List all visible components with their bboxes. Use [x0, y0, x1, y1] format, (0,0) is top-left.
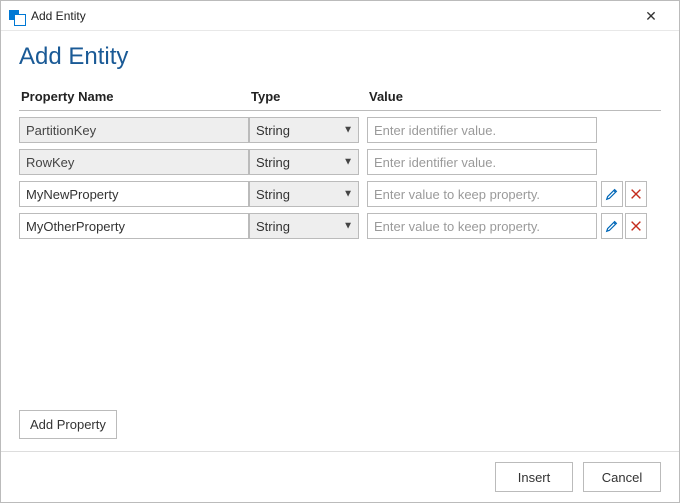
delete-icon [629, 219, 643, 233]
property-value-input[interactable] [367, 181, 597, 207]
close-icon[interactable]: ✕ [631, 1, 671, 31]
dialog-footer: Insert Cancel [1, 451, 679, 502]
cancel-button[interactable]: Cancel [583, 462, 661, 492]
table-row: String▼ [19, 117, 661, 143]
title-bar: Add Entity ✕ [1, 1, 679, 31]
property-value-input[interactable] [367, 213, 597, 239]
delete-icon [629, 187, 643, 201]
app-icon [9, 8, 25, 24]
grid-header: Property Name Type Value [19, 85, 661, 111]
property-value-input[interactable] [367, 117, 597, 143]
col-header-value: Value [367, 85, 597, 110]
property-type-select[interactable]: String [249, 149, 359, 175]
delete-property-button[interactable] [625, 181, 647, 207]
table-row: String▼ [19, 213, 661, 239]
insert-button[interactable]: Insert [495, 462, 573, 492]
property-type-select[interactable]: String [249, 181, 359, 207]
property-type-select[interactable]: String [249, 213, 359, 239]
property-name-input [19, 149, 249, 175]
table-row: String▼ [19, 181, 661, 207]
add-property-button[interactable]: Add Property [19, 410, 117, 439]
pencil-icon [605, 187, 619, 201]
property-value-input[interactable] [367, 149, 597, 175]
properties-grid: Property Name Type Value String▼String▼S… [19, 85, 661, 239]
edit-property-button[interactable] [601, 213, 623, 239]
col-header-name: Property Name [19, 85, 249, 110]
dialog-content: Add Entity Property Name Type Value Stri… [1, 31, 679, 451]
dialog-window: Add Entity ✕ Add Entity Property Name Ty… [0, 0, 680, 503]
property-name-input [19, 117, 249, 143]
window-title: Add Entity [31, 9, 86, 23]
property-name-input[interactable] [19, 181, 249, 207]
page-title: Add Entity [19, 43, 661, 71]
edit-property-button[interactable] [601, 181, 623, 207]
property-name-input[interactable] [19, 213, 249, 239]
delete-property-button[interactable] [625, 213, 647, 239]
pencil-icon [605, 219, 619, 233]
col-header-type: Type [249, 85, 359, 110]
table-row: String▼ [19, 149, 661, 175]
property-type-select[interactable]: String [249, 117, 359, 143]
